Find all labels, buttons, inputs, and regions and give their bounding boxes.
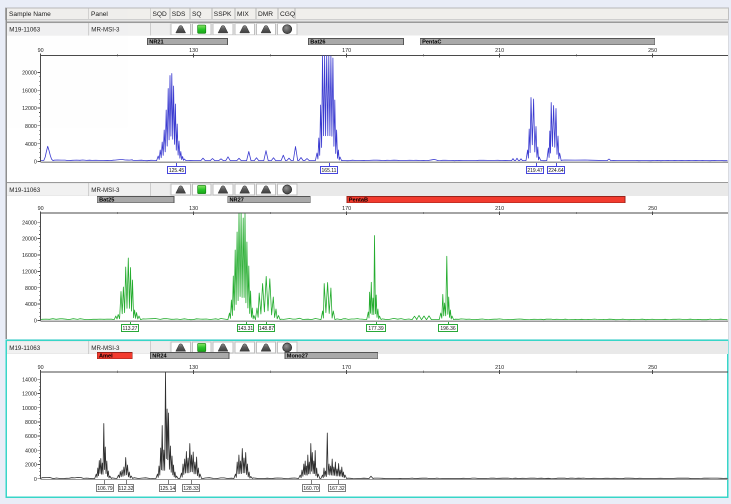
svg-text:130: 130 — [189, 365, 198, 371]
svg-text:CGQ: CGQ — [280, 11, 295, 18]
svg-text:SQ: SQ — [192, 11, 202, 18]
svg-text:148.87: 148.87 — [259, 326, 275, 332]
svg-text:250: 250 — [648, 48, 657, 54]
svg-text:0: 0 — [34, 319, 37, 325]
svg-text:MIX: MIX — [237, 11, 249, 18]
svg-text:Bat26: Bat26 — [310, 40, 325, 46]
svg-text:112.32: 112.32 — [119, 486, 134, 492]
svg-text:8000: 8000 — [25, 286, 37, 292]
svg-text:113.27: 113.27 — [123, 326, 138, 332]
svg-text:0: 0 — [34, 477, 37, 483]
svg-text:8000: 8000 — [25, 124, 37, 130]
svg-text:14000: 14000 — [22, 377, 37, 383]
svg-text:170: 170 — [342, 365, 351, 371]
svg-text:90: 90 — [38, 48, 44, 54]
svg-text:167.32: 167.32 — [329, 486, 345, 492]
svg-text:MR-MSI-3: MR-MSI-3 — [91, 345, 120, 352]
svg-text:196.36: 196.36 — [440, 326, 456, 332]
svg-text:SDS: SDS — [172, 11, 186, 18]
svg-text:PentaC: PentaC — [422, 40, 441, 46]
svg-text:NR27: NR27 — [230, 198, 244, 204]
svg-text:16000: 16000 — [22, 253, 37, 259]
svg-text:210: 210 — [495, 365, 504, 371]
svg-text:MR-MSI-3: MR-MSI-3 — [91, 187, 120, 194]
svg-text:10000: 10000 — [22, 406, 37, 412]
svg-text:130: 130 — [189, 48, 198, 54]
svg-text:12000: 12000 — [22, 270, 37, 276]
svg-text:Amel: Amel — [99, 354, 113, 360]
svg-text:170: 170 — [342, 206, 351, 212]
svg-text:143.31: 143.31 — [238, 326, 254, 332]
svg-text:219.47: 219.47 — [527, 168, 543, 174]
svg-text:4000: 4000 — [25, 302, 37, 308]
svg-text:224.64: 224.64 — [548, 168, 564, 174]
svg-text:8000: 8000 — [25, 420, 37, 426]
svg-text:SSPK: SSPK — [214, 11, 232, 18]
svg-text:Sample Name: Sample Name — [9, 11, 51, 18]
svg-text:125.14: 125.14 — [160, 486, 176, 492]
svg-text:170: 170 — [342, 48, 351, 54]
svg-text:4000: 4000 — [25, 448, 37, 454]
svg-text:PentaB: PentaB — [349, 198, 368, 204]
svg-text:250: 250 — [648, 365, 657, 371]
svg-text:128.33: 128.33 — [183, 486, 199, 492]
svg-text:106.79: 106.79 — [97, 486, 113, 492]
svg-text:6000: 6000 — [25, 434, 37, 440]
svg-text:125.45: 125.45 — [169, 168, 185, 174]
svg-text:12000: 12000 — [22, 392, 37, 398]
svg-text:210: 210 — [495, 206, 504, 212]
svg-text:Mono27: Mono27 — [287, 354, 308, 360]
svg-text:20000: 20000 — [22, 237, 37, 243]
svg-text:M19-11063: M19-11063 — [9, 27, 40, 34]
svg-text:DMR: DMR — [258, 11, 273, 18]
svg-text:165.11: 165.11 — [322, 168, 337, 174]
svg-text:MR-MSI-3: MR-MSI-3 — [91, 27, 120, 34]
svg-text:Panel: Panel — [91, 11, 108, 18]
svg-text:20000: 20000 — [22, 71, 37, 77]
svg-text:NR21: NR21 — [149, 40, 163, 46]
svg-text:90: 90 — [38, 206, 44, 212]
svg-text:250: 250 — [648, 206, 657, 212]
svg-text:177.39: 177.39 — [368, 326, 384, 332]
svg-text:SQD: SQD — [153, 11, 168, 18]
svg-text:2000: 2000 — [25, 463, 37, 469]
svg-text:90: 90 — [38, 365, 44, 371]
svg-text:24000: 24000 — [22, 220, 37, 226]
svg-text:210: 210 — [495, 48, 504, 54]
svg-text:12000: 12000 — [22, 106, 37, 112]
svg-text:130: 130 — [189, 206, 198, 212]
svg-text:M19-11063: M19-11063 — [9, 345, 40, 352]
svg-text:NR24: NR24 — [152, 354, 167, 360]
svg-text:M19-11063: M19-11063 — [9, 187, 40, 194]
svg-text:4000: 4000 — [25, 142, 37, 148]
svg-text:Bat25: Bat25 — [99, 198, 114, 204]
svg-text:16000: 16000 — [22, 88, 37, 94]
svg-text:0: 0 — [34, 160, 37, 166]
svg-text:160.70: 160.70 — [303, 486, 319, 492]
